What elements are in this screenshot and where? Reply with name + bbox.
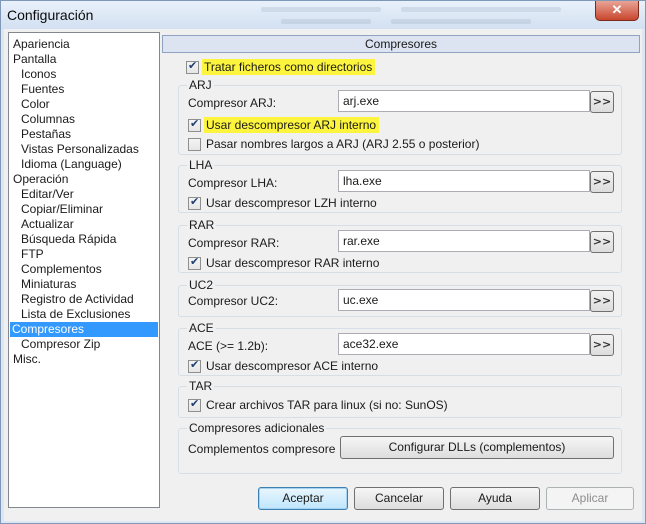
- help-button[interactable]: Ayuda: [450, 487, 540, 510]
- tree-item-editar-ver[interactable]: Editar/Ver: [19, 187, 76, 202]
- background-window-ghost: [251, 1, 581, 29]
- treat-as-dirs-checkbox[interactable]: Tratar ficheros como directorios: [186, 59, 376, 75]
- rar-browse-button[interactable]: >>: [590, 231, 614, 253]
- ok-button[interactable]: Aceptar: [258, 487, 348, 510]
- tree-item-misc[interactable]: Misc.: [11, 352, 43, 367]
- tree-item-lista-exclusiones[interactable]: Lista de Exclusiones: [19, 307, 132, 322]
- check-icon[interactable]: [188, 255, 201, 270]
- tree-item-compresores[interactable]: Compresores: [10, 322, 158, 337]
- tar-linux-label: Crear archivos TAR para linux (si no: Su…: [206, 398, 448, 412]
- check-icon[interactable]: [186, 59, 199, 74]
- check-icon[interactable]: [188, 358, 201, 373]
- lha-browse-button[interactable]: >>: [590, 171, 614, 193]
- arj-group-title: ARJ: [187, 78, 214, 92]
- ace-browse-button[interactable]: >>: [590, 334, 614, 356]
- arj-compressor-label: Compresor ARJ:: [188, 96, 277, 110]
- tree-item-registro-actividad[interactable]: Registro de Actividad: [19, 292, 136, 307]
- tree-item-fuentes[interactable]: Fuentes: [19, 82, 66, 97]
- tree-item-actualizar[interactable]: Actualizar: [19, 217, 76, 232]
- arj-compressor-field[interactable]: arj.exe: [338, 90, 590, 112]
- tree-item-color[interactable]: Color: [19, 97, 52, 112]
- rar-internal-checkbox[interactable]: Usar descompresor RAR interno: [188, 255, 379, 271]
- tree-item-apariencia[interactable]: Apariencia: [11, 37, 72, 52]
- compressors-panel: Compresores Tratar ficheros como directo…: [162, 35, 642, 485]
- check-icon[interactable]: [188, 195, 201, 210]
- check-icon[interactable]: [188, 397, 201, 412]
- rar-internal-label: Usar descompresor RAR interno: [206, 256, 380, 270]
- tree-item-operacion[interactable]: Operación: [11, 172, 70, 187]
- lha-internal-label: Usar descompresor LZH interno: [206, 196, 377, 210]
- panel-title: Compresores: [162, 35, 640, 53]
- close-button[interactable]: ✕: [595, 1, 639, 21]
- tree-item-pantalla[interactable]: Pantalla: [11, 52, 58, 67]
- config-window: Configuración ✕ Apariencia Pantalla Icon…: [0, 0, 646, 524]
- arj-long-names-label: Pasar nombres largos a ARJ (ARJ 2.55 o p…: [206, 137, 480, 151]
- apply-button[interactable]: Aplicar: [546, 487, 634, 510]
- title-bar[interactable]: Configuración ✕: [1, 1, 645, 29]
- treat-as-dirs-label: Tratar ficheros como directorios: [202, 59, 376, 75]
- lha-group-title: LHA: [187, 158, 215, 172]
- ace-internal-checkbox[interactable]: Usar descompresor ACE interno: [188, 358, 378, 374]
- tree-item-compresor-zip[interactable]: Compresor Zip: [19, 337, 102, 352]
- arj-long-names-checkbox[interactable]: Pasar nombres largos a ARJ (ARJ 2.55 o p…: [188, 136, 479, 152]
- tar-group-title: TAR: [187, 379, 215, 393]
- tree-item-ftp[interactable]: FTP: [19, 247, 46, 262]
- arj-internal-label: Usar descompresor ARJ interno: [204, 117, 380, 133]
- ace-internal-label: Usar descompresor ACE interno: [206, 359, 379, 373]
- rar-group-title: RAR: [187, 218, 217, 232]
- ace-compressor-label: ACE (>= 1.2b):: [188, 339, 269, 353]
- tree-item-pestanas[interactable]: Pestañas: [19, 127, 73, 142]
- tree-item-busqueda-rapida[interactable]: Búsqueda Rápida: [19, 232, 118, 247]
- uc2-compressor-label: Compresor UC2:: [188, 294, 279, 308]
- rar-compressor-field[interactable]: rar.exe: [338, 230, 590, 252]
- tree-item-miniaturas[interactable]: Miniaturas: [19, 277, 78, 292]
- lha-compressor-label: Compresor LHA:: [188, 176, 278, 190]
- configure-dlls-button[interactable]: Configurar DLLs (complementos): [340, 436, 614, 459]
- ace-group-title: ACE: [187, 321, 216, 335]
- tar-linux-checkbox[interactable]: Crear archivos TAR para linux (si no: Su…: [188, 397, 448, 413]
- lha-compressor-field[interactable]: lha.exe: [338, 170, 590, 192]
- checkbox-box[interactable]: [188, 137, 201, 151]
- additional-group-title: Compresores adicionales: [187, 421, 327, 435]
- tree-item-copiar-eliminar[interactable]: Copiar/Eliminar: [19, 202, 105, 217]
- cancel-button[interactable]: Cancelar: [354, 487, 444, 510]
- ace-compressor-field[interactable]: ace32.exe: [338, 333, 590, 355]
- lha-internal-checkbox[interactable]: Usar descompresor LZH interno: [188, 195, 377, 211]
- uc2-compressor-field[interactable]: uc.exe: [338, 289, 590, 311]
- tree-item-vistas-personalizadas[interactable]: Vistas Personalizadas: [19, 142, 141, 157]
- plugins-label: Complementos compresore: [188, 442, 336, 456]
- arj-internal-checkbox[interactable]: Usar descompresor ARJ interno: [188, 117, 380, 133]
- close-icon: ✕: [611, 2, 623, 17]
- uc2-group-title: UC2: [187, 278, 216, 292]
- check-icon[interactable]: [188, 117, 201, 132]
- tree-item-columnas[interactable]: Columnas: [19, 112, 77, 127]
- uc2-browse-button[interactable]: >>: [590, 290, 614, 312]
- window-title: Configuración: [7, 7, 94, 23]
- tree-item-iconos[interactable]: Iconos: [19, 67, 58, 82]
- rar-compressor-label: Compresor RAR:: [188, 236, 280, 250]
- tree-item-idioma[interactable]: Idioma (Language): [19, 157, 124, 172]
- dialog-client: Apariencia Pantalla Iconos Fuentes Color…: [4, 29, 642, 521]
- tree-item-complementos[interactable]: Complementos: [19, 262, 104, 277]
- arj-browse-button[interactable]: >>: [590, 91, 614, 113]
- category-tree[interactable]: Apariencia Pantalla Iconos Fuentes Color…: [8, 32, 160, 508]
